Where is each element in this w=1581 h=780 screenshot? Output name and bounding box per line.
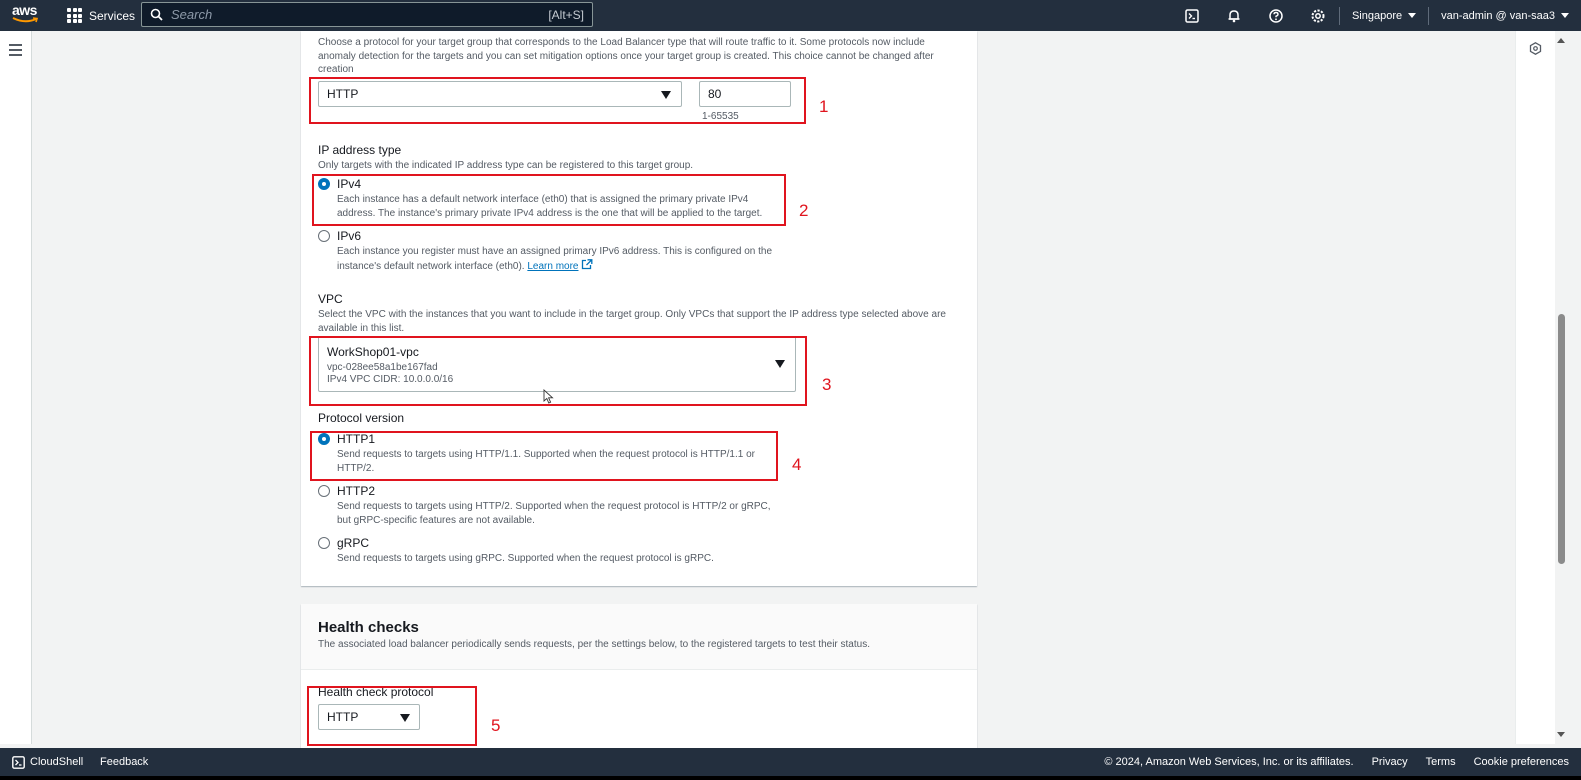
health-checks-title: Health checks — [318, 619, 419, 636]
feedback-link[interactable]: Feedback — [100, 756, 148, 768]
scrollbar-thumb[interactable] — [1558, 314, 1565, 564]
services-menu-button[interactable]: Services — [67, 0, 135, 31]
search-input[interactable]: Search [Alt+S] — [141, 2, 593, 27]
annotation-number-3: 3 — [822, 375, 832, 394]
bottom-strip — [0, 776, 1581, 780]
aws-logo[interactable]: aws — [12, 3, 42, 27]
grpc-description: Send requests to targets using gRPC. Sup… — [337, 553, 714, 564]
http2-label: HTTP2 — [337, 484, 376, 498]
scroll-down-icon[interactable] — [1557, 732, 1565, 737]
help-button[interactable] — [1255, 0, 1297, 31]
bell-icon — [1228, 9, 1240, 22]
settings-button[interactable] — [1297, 0, 1339, 31]
ipv6-label: IPv6 — [337, 229, 362, 243]
cloudshell-icon — [12, 755, 25, 769]
top-navigation-bar: aws Services Search [Alt+S] Singapore va… — [0, 0, 1581, 31]
privacy-link[interactable]: Privacy — [1372, 756, 1408, 768]
annotation-box-3 — [309, 336, 807, 406]
health-checks-header: Health checks The associated load balanc… — [301, 604, 977, 670]
info-panel-icon[interactable] — [1529, 42, 1542, 55]
copyright-text: © 2024, Amazon Web Services, Inc. or its… — [1104, 756, 1354, 768]
protocol-version-title: Protocol version — [318, 411, 405, 425]
annotation-box-4 — [310, 431, 778, 481]
ip-type-title: IP address type — [318, 143, 402, 157]
cookie-preferences-link[interactable]: Cookie preferences — [1474, 756, 1569, 768]
region-selector[interactable]: Singapore — [1340, 10, 1428, 22]
annotation-box-2 — [312, 174, 786, 226]
annotation-number-1: 1 — [819, 97, 829, 116]
protocol-description: Choose a protocol for your target group … — [318, 37, 934, 75]
external-link-icon — [582, 259, 593, 270]
notifications-button[interactable] — [1213, 0, 1255, 31]
tools-panel-rail — [1515, 31, 1555, 744]
grpc-label: gRPC — [337, 536, 370, 550]
annotation-box-5 — [307, 686, 477, 746]
page-scrollbar[interactable] — [1556, 31, 1581, 744]
cloudshell-button[interactable] — [1171, 0, 1213, 31]
annotation-number-4: 4 — [792, 455, 802, 474]
services-grid-icon — [67, 8, 82, 23]
chevron-down-icon — [1408, 13, 1417, 18]
cloudshell-label: CloudShell — [30, 756, 84, 768]
services-label: Services — [89, 8, 136, 23]
annotation-number-2: 2 — [799, 201, 809, 220]
console-footer: CloudShell Feedback © 2024, Amazon Web S… — [0, 748, 1581, 776]
annotation-box-1 — [309, 77, 806, 124]
scroll-up-icon[interactable] — [1557, 38, 1565, 43]
ipv6-description: Each instance you register must have an … — [337, 245, 787, 274]
account-label: van-admin @ van-saa3 — [1441, 9, 1555, 22]
nav-right-group: Singapore van-admin @ van-saa3 — [1171, 0, 1581, 31]
chevron-down-icon — [1561, 13, 1569, 18]
grpc-radio[interactable] — [318, 537, 330, 549]
vpc-description: Select the VPC with the instances that y… — [318, 309, 946, 334]
help-icon — [1269, 8, 1283, 23]
terms-link[interactable]: Terms — [1426, 756, 1456, 768]
ipv6-radio[interactable] — [318, 230, 330, 242]
side-navigation-rail — [0, 31, 32, 744]
menu-icon[interactable] — [9, 44, 22, 59]
annotation-number-5: 5 — [491, 716, 501, 735]
aws-smile-icon — [12, 17, 39, 23]
cloudshell-icon — [1185, 8, 1199, 23]
search-shortcut: [Alt+S] — [548, 7, 584, 22]
ip-type-description: Only targets with the indicated IP addre… — [318, 160, 694, 171]
vpc-title: VPC — [318, 292, 343, 306]
search-placeholder: Search — [171, 7, 213, 22]
settings-icon — [1311, 9, 1325, 22]
search-icon — [150, 8, 163, 21]
learn-more-link[interactable]: Learn more — [527, 261, 578, 272]
account-menu[interactable]: van-admin @ van-saa3 — [1429, 10, 1581, 22]
region-label: Singapore — [1351, 9, 1403, 22]
cloudshell-footer-button[interactable]: CloudShell — [12, 755, 84, 769]
health-checks-description: The associated load balancer periodicall… — [318, 639, 870, 650]
footer-links: © 2024, Amazon Web Services, Inc. or its… — [1104, 756, 1569, 768]
aws-logo-text: aws — [12, 2, 37, 18]
http2-description: Send requests to targets using HTTP/2. S… — [337, 501, 771, 526]
http2-radio[interactable] — [318, 485, 330, 497]
